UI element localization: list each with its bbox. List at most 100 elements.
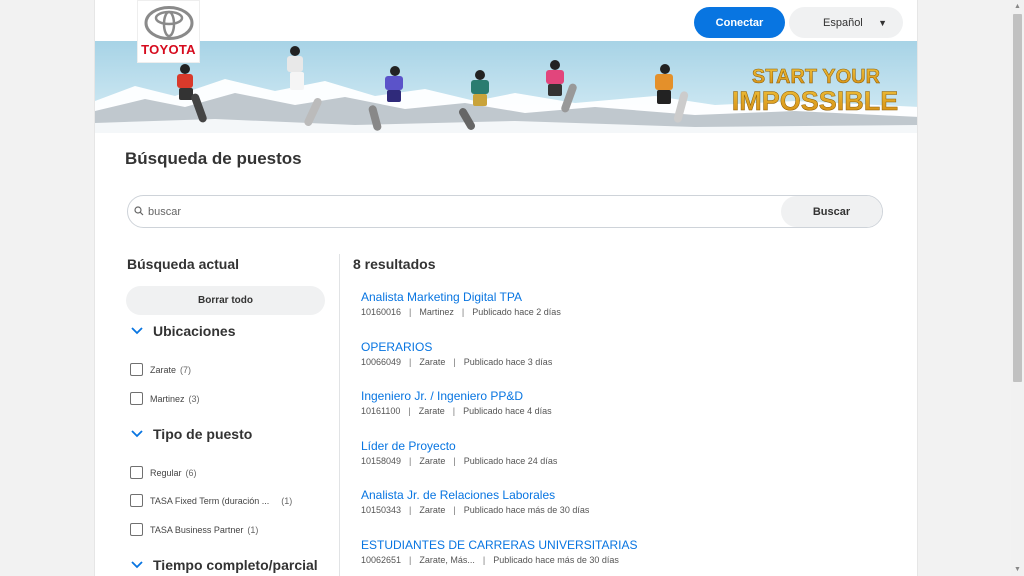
language-select[interactable]: Español ▼: [789, 7, 903, 38]
checkbox[interactable]: [130, 392, 143, 405]
facet-option-zarate[interactable]: Zarate (7): [130, 363, 191, 376]
meta-separator: |: [453, 456, 456, 466]
column-divider: [339, 254, 340, 576]
checkbox[interactable]: [130, 523, 143, 536]
job-meta: 10150343 | Zarate | Publicado hace más de …: [361, 505, 589, 515]
facet-full-part-time-toggle[interactable]: Tiempo completo/parcial: [131, 557, 318, 573]
toyota-logo[interactable]: TOYOTA: [137, 0, 200, 63]
search-bar: Buscar: [127, 195, 883, 228]
facet-option-tasa-fixed-term[interactable]: TASA Fixed Term (duración ... (1): [130, 494, 292, 507]
meta-separator: |: [409, 357, 412, 367]
facet-option-tasa-business-partner[interactable]: TASA Business Partner (1): [130, 523, 258, 536]
job-title-link[interactable]: Líder de Proyecto: [361, 439, 557, 453]
job-id: 10158049: [361, 456, 402, 466]
job-title-link[interactable]: OPERARIOS: [361, 340, 552, 354]
checkbox[interactable]: [130, 466, 143, 479]
scroll-up-arrow-icon[interactable]: ▲: [1014, 3, 1021, 10]
meta-separator: |: [409, 555, 412, 565]
meta-separator: |: [408, 406, 411, 416]
job-id: 10160016: [361, 307, 402, 317]
checkbox[interactable]: [130, 494, 143, 507]
job-id: 10062651: [361, 555, 402, 565]
facet-option-regular[interactable]: Regular (6): [130, 466, 197, 479]
job-posted: Publicado hace 24 días: [463, 456, 558, 466]
caret-down-icon: ▼: [878, 18, 887, 28]
scroll-down-arrow-icon[interactable]: ▼: [1014, 566, 1021, 573]
job-location: Zarate: [419, 456, 446, 466]
option-label: TASA Business Partner: [150, 524, 244, 535]
job-location: Zarate: [419, 505, 446, 515]
meta-separator: |: [482, 555, 486, 565]
chevron-down-icon: [131, 430, 143, 438]
scrollbar-thumb[interactable]: [1013, 14, 1022, 382]
facet-title: Tipo de puesto: [153, 426, 253, 442]
option-count: (1): [281, 495, 293, 506]
job-result: OPERARIOS 10066049 | Zarate | Publicado ha…: [361, 340, 552, 367]
job-result: ESTUDIANTES DE CARRERAS UNIVERSITARIAS 1…: [361, 538, 638, 565]
job-title-link[interactable]: Analista Marketing Digital TPA: [361, 290, 561, 304]
option-label: Zarate: [150, 364, 177, 375]
snowboarders-banner-image: START YOUR IMPOSSIBLE: [95, 41, 917, 133]
toyota-emblem-icon: [144, 6, 193, 40]
job-result: Analista Marketing Digital TPA 10160016 |…: [361, 290, 561, 317]
banner-tagline-line2: IMPOSSIBLE: [732, 86, 899, 116]
job-posted: Publicado hace 4 días: [463, 406, 552, 416]
option-count: (6): [185, 467, 197, 478]
job-location: Martinez: [419, 307, 454, 317]
job-posted: Publicado hace 2 días: [472, 307, 561, 317]
job-posted: Publicado hace más de 30 días: [493, 555, 619, 565]
banner-tagline-line1: START YOUR: [752, 66, 881, 88]
current-search-title: Búsqueda actual: [127, 256, 240, 272]
results-count: 8 resultados: [353, 256, 436, 272]
logo-text: TOYOTA: [141, 42, 196, 57]
clear-all-button[interactable]: Borrar todo: [126, 286, 325, 315]
facet-option-martinez[interactable]: Martinez (3): [130, 392, 200, 405]
job-id: 10150343: [361, 505, 402, 515]
job-result: Líder de Proyecto 10158049 | Zarate | Publ…: [361, 439, 557, 466]
job-posted: Publicado hace más de 30 días: [463, 505, 590, 515]
checkbox[interactable]: [130, 363, 143, 376]
search-icon: [134, 206, 144, 216]
job-meta: 10158049 | Zarate | Publicado hace 24 días: [361, 456, 557, 466]
job-title-link[interactable]: Ingeniero Jr. / Ingeniero PP&D: [361, 389, 552, 403]
facet-job-type-toggle[interactable]: Tipo de puesto: [131, 426, 252, 442]
job-id: 10066049: [361, 357, 402, 367]
search-input[interactable]: [148, 203, 748, 221]
meta-separator: |: [409, 505, 412, 515]
job-result: Ingeniero Jr. / Ingeniero PP&D 10161100 |…: [361, 389, 552, 416]
option-count: (3): [188, 393, 200, 404]
job-location: Zarate: [418, 406, 445, 416]
job-title-link[interactable]: ESTUDIANTES DE CARRERAS UNIVERSITARIAS: [361, 538, 638, 552]
facet-title: Ubicaciones: [153, 323, 236, 339]
page: TOYOTA Conectar Español ▼ START YOUR IMP…: [94, 0, 918, 576]
option-count: (7): [180, 364, 192, 375]
option-label: Regular: [150, 467, 182, 478]
connect-button[interactable]: Conectar: [694, 7, 785, 38]
hero-banner: START YOUR IMPOSSIBLE: [95, 41, 917, 133]
option-label: TASA Fixed Term (duración ...: [150, 495, 270, 506]
job-meta: 10062651 | Zarate, Más... | Publicado hace…: [361, 555, 638, 565]
meta-separator: |: [409, 456, 412, 466]
meta-separator: |: [452, 406, 456, 416]
meta-separator: |: [409, 307, 412, 317]
search-button[interactable]: Buscar: [781, 196, 882, 227]
page-title: Búsqueda de puestos: [125, 149, 302, 168]
header: TOYOTA Conectar Español ▼: [95, 0, 917, 63]
option-label: Martinez: [150, 393, 185, 404]
meta-separator: |: [453, 357, 456, 367]
facet-locations-toggle[interactable]: Ubicaciones: [131, 323, 235, 339]
page-scrollbar[interactable]: ▲ ▼: [1011, 0, 1024, 576]
facet-title: Tiempo completo/parcial: [153, 557, 318, 573]
job-location: Zarate, Más...: [419, 555, 475, 565]
job-location: Zarate: [419, 357, 446, 367]
meta-separator: |: [461, 307, 465, 317]
chevron-down-icon: [131, 327, 143, 335]
meta-separator: |: [453, 505, 456, 515]
option-count: (1): [247, 524, 259, 535]
chevron-down-icon: [131, 561, 143, 569]
job-result: Analista Jr. de Relaciones Laborales 101…: [361, 488, 589, 515]
job-title-link[interactable]: Analista Jr. de Relaciones Laborales: [361, 488, 589, 502]
job-meta: 10161100 | Zarate | Publicado hace 4 días: [361, 406, 552, 416]
job-posted: Publicado hace 3 días: [463, 357, 553, 367]
job-id: 10161100: [361, 406, 401, 416]
